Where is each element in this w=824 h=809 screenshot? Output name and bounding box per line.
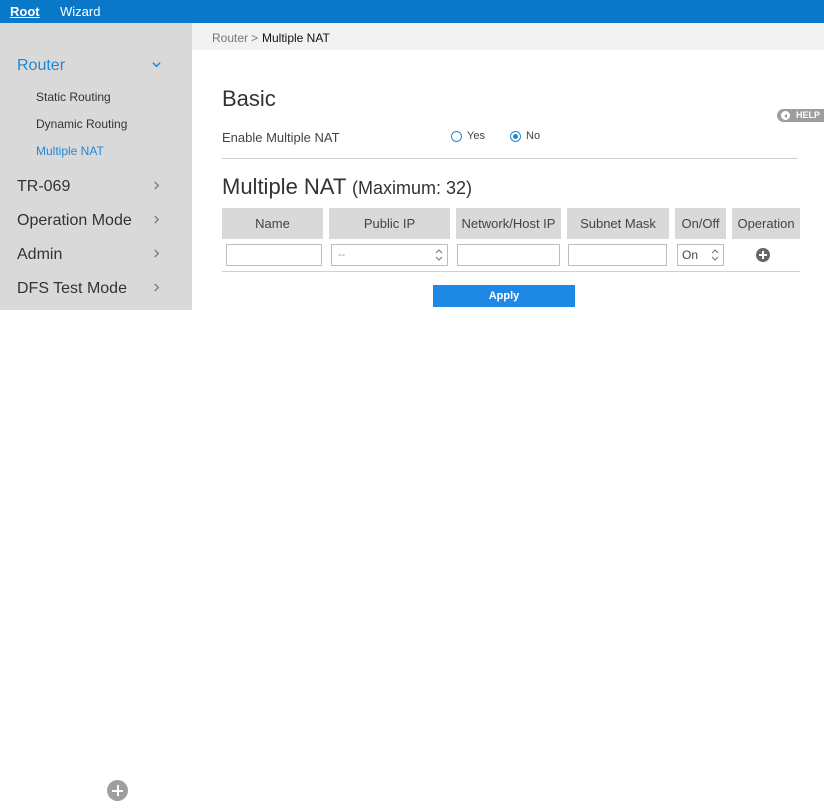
- section-title-multiple-nat: Multiple NAT (Maximum: 32): [222, 174, 472, 201]
- tab-root[interactable]: Root: [10, 4, 40, 19]
- sidebar-item-admin[interactable]: Admin: [17, 246, 62, 264]
- divider: [222, 158, 798, 159]
- breadcrumb-current: Multiple NAT: [262, 31, 330, 45]
- section-title-text: Multiple NAT: [222, 174, 346, 199]
- column-header-public-ip: Public IP: [329, 208, 450, 239]
- sidebar-item-operation-mode[interactable]: Operation Mode: [17, 212, 132, 230]
- chevron-right-icon[interactable]: [152, 215, 161, 224]
- section-title-basic: Basic: [222, 86, 276, 111]
- radio-yes[interactable]: [451, 131, 462, 142]
- sidebar: Router Static Routing Dynamic Routing Mu…: [0, 23, 192, 310]
- public-ip-select[interactable]: --: [331, 244, 448, 266]
- apply-button[interactable]: Apply: [433, 285, 575, 307]
- network-host-ip-input[interactable]: [457, 244, 560, 266]
- on-off-select-value: On: [682, 248, 699, 262]
- add-row-icon[interactable]: [756, 248, 770, 262]
- radio-no[interactable]: [510, 131, 521, 142]
- sidebar-item-dfs-test-mode[interactable]: DFS Test Mode: [17, 280, 127, 298]
- enable-multiple-nat-label: Enable Multiple NAT: [222, 130, 340, 145]
- breadcrumb-parent[interactable]: Router: [212, 31, 248, 45]
- on-off-select[interactable]: On: [677, 244, 724, 266]
- radio-no-label: No: [526, 130, 541, 142]
- column-header-subnet-mask: Subnet Mask: [567, 208, 669, 239]
- column-header-operation: Operation: [732, 208, 800, 239]
- chevron-right-icon[interactable]: [152, 249, 161, 258]
- name-input[interactable]: [226, 244, 322, 266]
- subnet-mask-input[interactable]: [568, 244, 667, 266]
- column-header-name: Name: [222, 208, 323, 239]
- section-subtitle-maximum: (Maximum: 32): [352, 178, 473, 198]
- sidebar-item-multiple-nat[interactable]: Multiple NAT: [36, 144, 104, 158]
- floating-add-icon[interactable]: [107, 780, 128, 801]
- column-header-on-off: On/Off: [675, 208, 726, 239]
- breadcrumb: Router > Multiple NAT: [192, 23, 824, 50]
- sidebar-item-router[interactable]: Router: [17, 57, 65, 75]
- sidebar-item-dynamic-routing[interactable]: Dynamic Routing: [36, 117, 127, 131]
- table-bottom-divider: [222, 271, 800, 272]
- top-bar: Root Wizard: [0, 0, 824, 23]
- sidebar-item-tr069[interactable]: TR-069: [17, 178, 70, 196]
- breadcrumb-separator: >: [251, 31, 259, 45]
- chevron-right-icon[interactable]: [152, 283, 161, 292]
- column-header-network-host-ip: Network/Host IP: [456, 208, 561, 239]
- help-button[interactable]: HELP: [777, 109, 824, 122]
- tab-wizard[interactable]: Wizard: [60, 4, 100, 19]
- radio-yes-label: Yes: [467, 130, 485, 142]
- public-ip-select-value: --: [338, 249, 346, 261]
- sidebar-item-static-routing[interactable]: Static Routing: [36, 90, 111, 104]
- chevron-down-icon[interactable]: [152, 60, 161, 69]
- chevron-right-icon[interactable]: [152, 181, 161, 190]
- updown-arrows-icon: [711, 249, 719, 261]
- help-arrow-icon: [781, 111, 790, 120]
- help-label: HELP: [796, 110, 821, 120]
- updown-arrows-icon: [435, 249, 443, 261]
